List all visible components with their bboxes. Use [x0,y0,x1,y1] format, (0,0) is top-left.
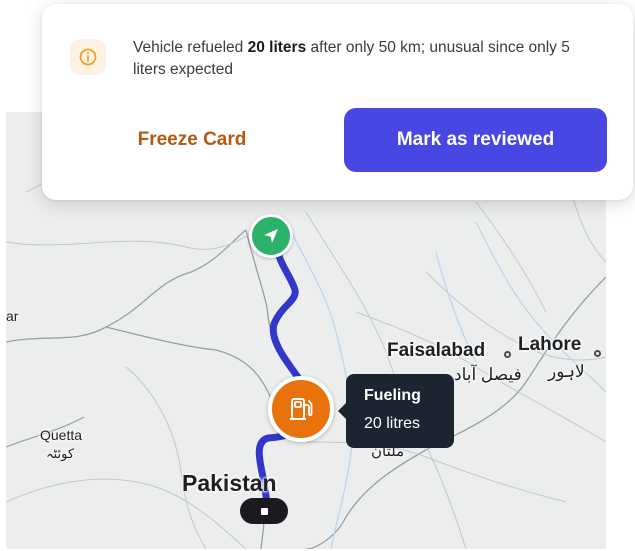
navigation-arrow-icon [264,229,278,243]
city-dot-lahore [594,350,601,357]
mark-as-reviewed-button[interactable]: Mark as reviewed [344,108,607,172]
stop-square-icon [260,507,268,515]
tooltip-value: 20 litres [364,415,421,432]
fueling-tooltip: Fueling 20 litres [338,374,454,448]
route-end-marker[interactable] [240,498,288,524]
message-prefix: Vehicle refueled [133,39,248,56]
map-label-country: Pakistan [182,470,277,496]
anomaly-alert-card: Vehicle refueled 20 liters after only 50… [42,4,633,200]
map-label-faisalabad-native: فیصل آباد [454,365,522,384]
freeze-card-button[interactable]: Freeze Card [104,108,280,172]
message-highlight: 20 liters [247,39,307,56]
map-label-edge: ar [6,308,19,324]
map-label-lahore-native: لاہور [548,362,585,381]
map-label-quetta-native: کوئٹہ [46,446,75,461]
info-icon [79,48,97,66]
fuel-pump-icon [290,398,313,420]
map-label-lahore: Lahore [518,334,582,355]
alert-message: Vehicle refueled 20 liters after only 50… [133,37,603,81]
map-label-faisalabad: Faisalabad [387,340,486,361]
info-badge [70,39,106,75]
fueling-marker[interactable] [268,376,334,442]
route-start-marker[interactable] [249,214,293,258]
map-label-quetta: Quetta [40,427,83,443]
city-dot-faisalabad [504,351,511,358]
tooltip-title: Fueling [364,387,421,404]
